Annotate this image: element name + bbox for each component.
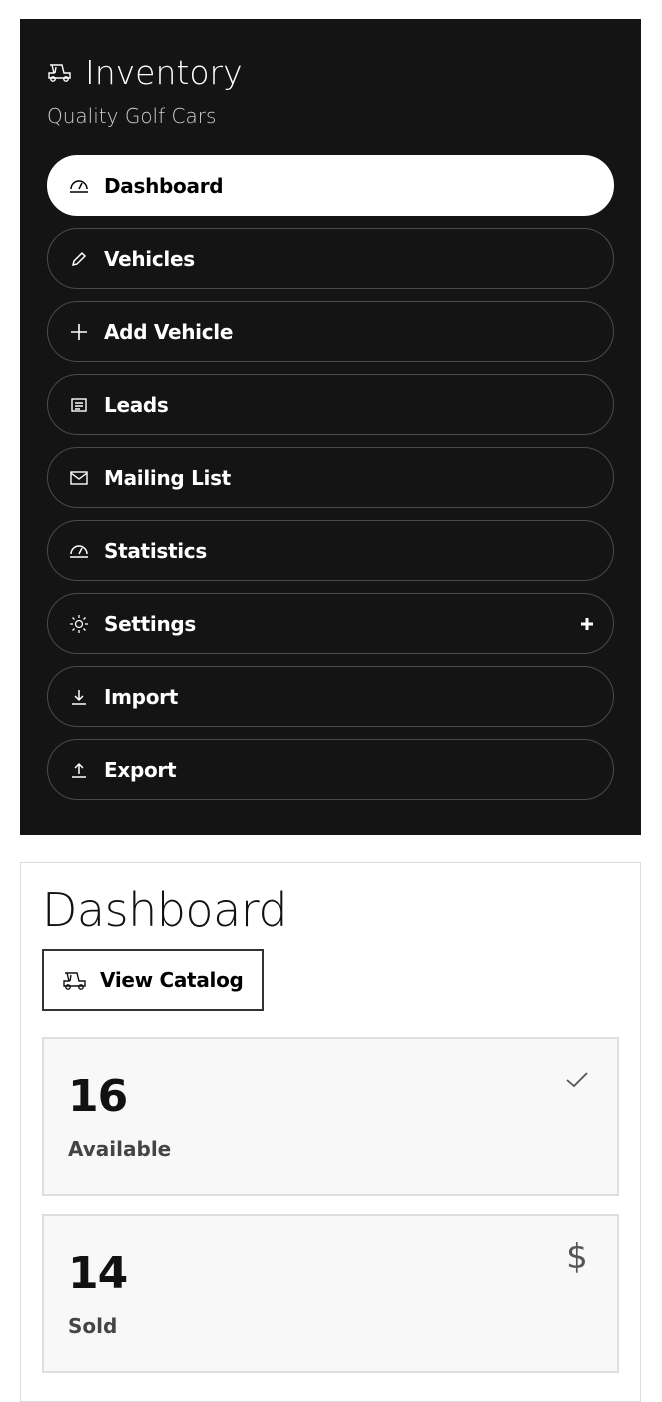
sidebar-item-export[interactable]: Export [47, 739, 614, 800]
sidebar-item-add-vehicle[interactable]: Add Vehicle [47, 301, 614, 362]
sidebar-item-statistics[interactable]: Statistics [47, 520, 614, 581]
gauge-icon [68, 540, 90, 562]
mail-icon [68, 467, 90, 489]
stat-label: Sold [68, 1314, 118, 1338]
stat-card-available: 16 Available [42, 1037, 619, 1196]
view-catalog-button[interactable]: View Catalog [42, 949, 264, 1011]
check-icon [563, 1063, 591, 1097]
stat-value: 14 [68, 1248, 128, 1299]
sidebar-item-leads[interactable]: Leads [47, 374, 614, 435]
app-title: Inventory [85, 52, 243, 92]
view-catalog-label: View Catalog [100, 968, 244, 992]
upload-icon [68, 759, 90, 781]
stat-label: Available [68, 1137, 172, 1161]
sidebar-item-label: Export [104, 757, 177, 782]
sidebar-nav: Dashboard Vehicles Add Vehicle Leads Mai… [47, 155, 614, 800]
download-icon [68, 686, 90, 708]
plus-icon [68, 321, 90, 343]
page-title: Dashboard [42, 883, 288, 937]
sidebar-item-label: Add Vehicle [104, 319, 234, 344]
sidebar-item-label: Dashboard [104, 173, 224, 198]
sidebar-item-mailing-list[interactable]: Mailing List [47, 447, 614, 508]
sidebar-item-label: Vehicles [104, 246, 195, 271]
sidebar-item-label: Statistics [104, 538, 207, 563]
main-content: Dashboard View Catalog 16 Available 14 S… [20, 862, 641, 1402]
sidebar: Inventory Quality Golf Cars Dashboard Ve… [20, 19, 641, 835]
golf-cart-icon [62, 969, 88, 991]
gauge-icon [68, 175, 90, 197]
pencil-icon [68, 248, 90, 270]
brand: Inventory [47, 48, 614, 96]
expand-plus-icon[interactable] [579, 616, 595, 632]
stat-value: 16 [68, 1071, 128, 1122]
stat-card-sold: 14 Sold $ [42, 1214, 619, 1373]
sidebar-item-settings[interactable]: Settings [47, 593, 614, 654]
sidebar-item-label: Mailing List [104, 465, 231, 490]
sidebar-item-label: Settings [104, 611, 197, 636]
dollar-icon: $ [566, 1237, 588, 1277]
sidebar-item-label: Leads [104, 392, 169, 417]
app-subtitle: Quality Golf Cars [47, 104, 217, 128]
golf-cart-icon [47, 61, 73, 83]
list-icon [68, 394, 90, 416]
sidebar-item-dashboard[interactable]: Dashboard [47, 155, 614, 216]
sun-icon [68, 613, 90, 635]
sidebar-item-import[interactable]: Import [47, 666, 614, 727]
sidebar-item-vehicles[interactable]: Vehicles [47, 228, 614, 289]
sidebar-item-label: Import [104, 684, 178, 709]
